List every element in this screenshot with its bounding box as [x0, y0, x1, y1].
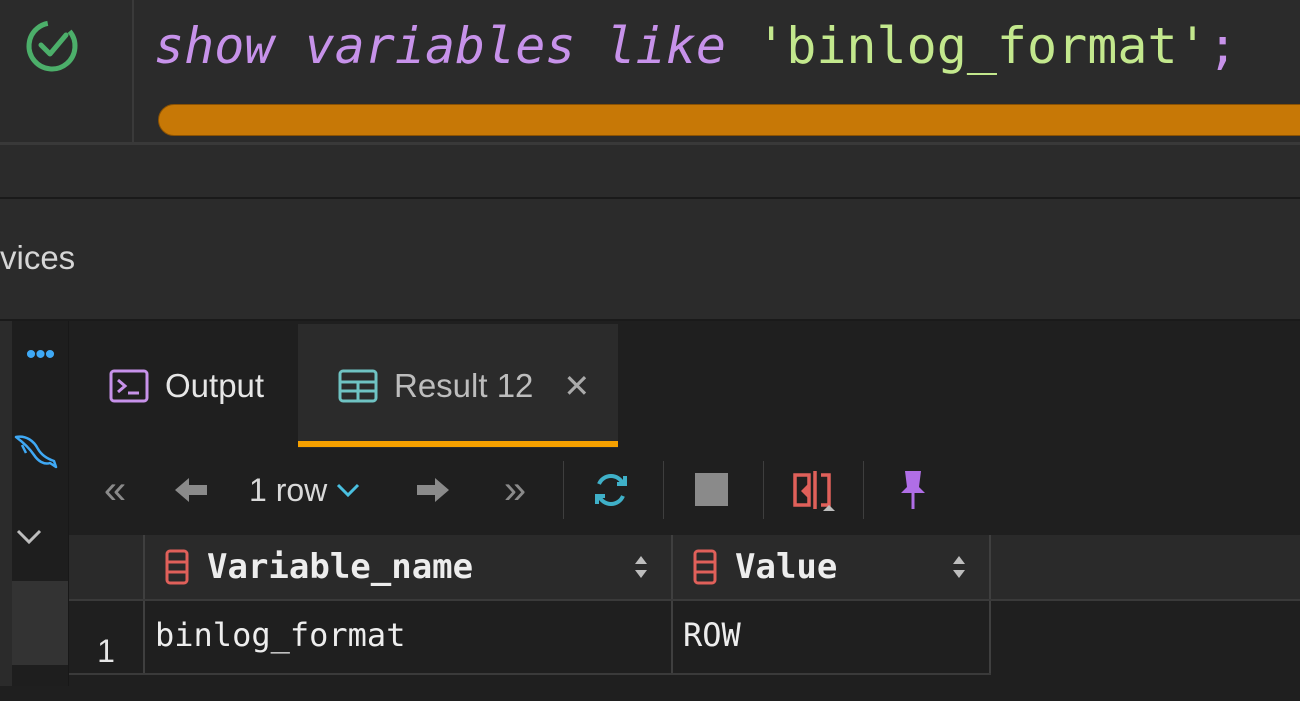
chevron-down-icon[interactable]	[14, 521, 44, 551]
table-row[interactable]: 1 binlog_format ROW	[69, 601, 991, 675]
table-icon	[338, 369, 378, 403]
results-grid: Variable_name Value 1 binlog_format ROW	[69, 535, 1300, 686]
results-toolbar: « 1 row »	[69, 455, 1300, 525]
table-cell[interactable]: ROW	[673, 601, 991, 673]
services-title: vices	[0, 239, 76, 276]
sql-keyword: like	[605, 17, 726, 75]
sql-terminator: ;	[1207, 17, 1238, 75]
sql-string-literal: 'binlog_format'	[756, 17, 1208, 75]
compare-icon[interactable]	[791, 469, 841, 513]
refresh-icon[interactable]	[591, 470, 631, 510]
column-header-value[interactable]: Value	[673, 535, 991, 599]
active-tab-indicator	[298, 441, 618, 447]
results-panel: Output Result 12 ✕ « 1 row » Variable_na…	[69, 321, 1300, 686]
first-page-button[interactable]: «	[93, 455, 137, 525]
toolbar-separator	[863, 461, 864, 519]
grid-header: Variable_name Value	[69, 535, 1300, 601]
services-toolwindow-header: vices	[0, 199, 1300, 321]
column-icon	[693, 549, 717, 585]
editor-status-band	[0, 145, 1300, 199]
sidebar-panel	[12, 581, 68, 665]
sql-editor[interactable]: show variables like 'binlog_format';	[0, 0, 1300, 142]
column-header-label: Value	[735, 547, 838, 587]
more-options-icon[interactable]: •••	[12, 340, 68, 379]
sql-statement[interactable]: show variables like 'binlog_format';	[154, 16, 1238, 76]
grid-corner	[69, 535, 144, 599]
editor-gutter	[0, 0, 134, 142]
column-header-label: Variable_name	[207, 547, 474, 587]
chevron-down-icon	[337, 483, 360, 498]
column-icon	[165, 549, 189, 585]
tab-output-label: Output	[165, 367, 265, 404]
sort-icon[interactable]	[951, 553, 967, 581]
check-circle-icon	[26, 20, 78, 72]
last-page-button[interactable]: »	[493, 455, 537, 525]
row-number: 1	[97, 633, 115, 669]
table-cell[interactable]: binlog_format	[143, 601, 673, 673]
toolbar-separator	[763, 461, 764, 519]
next-arrow-icon[interactable]	[415, 475, 451, 505]
sql-keyword: variables	[304, 17, 576, 75]
toolbar-separator	[663, 461, 664, 519]
sort-icon[interactable]	[633, 553, 649, 581]
close-icon[interactable]: ✕	[563, 367, 590, 405]
row-count-label: 1 row	[249, 471, 328, 508]
tab-result-label: Result 12	[394, 367, 534, 404]
tab-result-12[interactable]: Result 12 ✕	[298, 324, 618, 448]
sql-keyword: show	[154, 17, 275, 75]
stop-icon[interactable]	[695, 473, 728, 506]
toolbar-separator	[563, 461, 564, 519]
terminal-icon	[109, 369, 149, 403]
previous-arrow-icon[interactable]	[173, 475, 209, 505]
execution-progress-bar	[158, 104, 1300, 136]
services-sidebar: •••	[0, 321, 69, 686]
mysql-dolphin-icon[interactable]	[12, 429, 58, 475]
tab-output[interactable]: Output	[109, 324, 264, 448]
row-count-selector[interactable]: 1 row	[249, 455, 361, 525]
column-header-variable-name[interactable]: Variable_name	[143, 535, 673, 599]
pin-icon[interactable]	[899, 469, 927, 511]
